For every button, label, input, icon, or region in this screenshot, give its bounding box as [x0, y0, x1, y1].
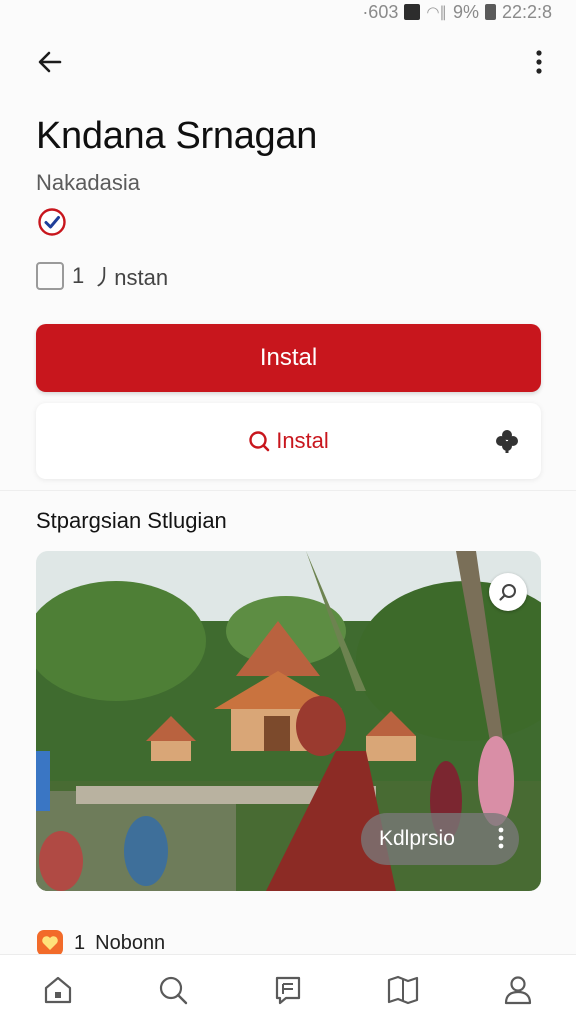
screenshot-preview[interactable]: Kdlprsio: [36, 551, 541, 891]
nav-profile[interactable]: [494, 966, 542, 1014]
activity-label: Nobonn: [95, 931, 166, 954]
nav-reviews[interactable]: [264, 966, 312, 1014]
nav-library[interactable]: [379, 966, 427, 1014]
media-chip-label: Kdlprsio: [379, 827, 455, 850]
status-bar: ·603 ◠∥ 9% 22:2:8: [0, 0, 576, 24]
secondary-install-label: Instal: [276, 428, 329, 453]
map-book-icon: [388, 975, 419, 1004]
secondary-install-button[interactable]: Instal: [36, 403, 541, 479]
battery-icon: [484, 4, 496, 20]
install-button[interactable]: Instal: [36, 324, 541, 392]
nav-home[interactable]: [34, 966, 82, 1014]
zoom-button[interactable]: [489, 573, 527, 611]
secondary-action-card: Instal: [36, 403, 541, 479]
app-bar: [0, 40, 576, 84]
install-count: 1: [72, 263, 85, 288]
review-icon: [275, 976, 301, 1004]
search-icon: [159, 976, 187, 1004]
profile-icon: [505, 975, 532, 1004]
app-title: Kndana Srnagan: [36, 115, 318, 157]
notification-icon: [404, 4, 421, 20]
chip-more-icon: [498, 827, 504, 849]
verified-check-icon: [38, 208, 66, 236]
arrow-left-icon: [38, 51, 62, 73]
nav-search[interactable]: [149, 966, 197, 1014]
wifi-icon: ◠∥: [426, 4, 447, 21]
section-title: Stpargsian Stlugian: [36, 508, 227, 533]
more-vertical-icon: [536, 50, 542, 74]
install-meta: 1 ⼃nstan: [36, 261, 168, 291]
app-developer: Nakadasia: [36, 170, 140, 195]
media-chip[interactable]: Kdlprsio: [361, 813, 519, 865]
home-icon: [44, 976, 71, 1003]
zoom-icon: [499, 584, 516, 601]
battery-percent: 9%: [452, 1, 479, 22]
install-label: ⼃nstan: [92, 265, 169, 290]
back-button[interactable]: [30, 42, 70, 82]
search-icon: [249, 431, 270, 452]
puzzle-icon: [496, 430, 518, 453]
activity-count: 1: [74, 931, 86, 954]
status-time: 22:2:8: [501, 1, 552, 22]
download-box-icon: [36, 262, 64, 290]
more-options-button[interactable]: [524, 42, 554, 82]
status-network-text: ·603: [362, 1, 399, 22]
heart-badge-icon: [37, 930, 63, 956]
section-divider: [0, 490, 576, 491]
bottom-navigation: [0, 954, 576, 1024]
extension-button[interactable]: [489, 423, 525, 459]
